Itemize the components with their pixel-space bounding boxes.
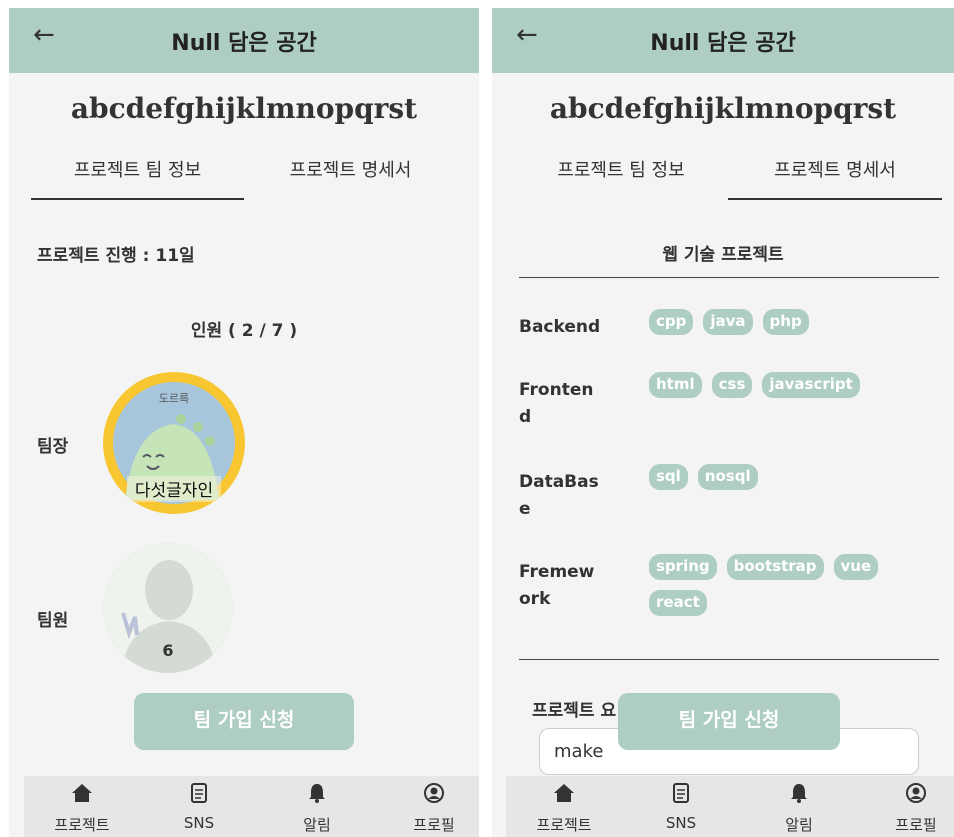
tech-badge-group: spring bootstrap vue react	[649, 554, 909, 626]
document-icon	[673, 783, 689, 803]
tab-label: 프로젝트 팀 정보	[557, 160, 685, 181]
tech-badge[interactable]: vue	[833, 554, 879, 580]
tech-badge[interactable]: sql	[649, 464, 688, 490]
divider	[519, 659, 939, 660]
document-icon	[191, 783, 207, 803]
avatar-tag: 도르륵	[158, 392, 190, 405]
nav-label: 프로필	[895, 816, 937, 834]
app-header: ← Null 담은 공간	[492, 8, 954, 73]
bottom-nav: 프로젝트 SNS 알림 프로필	[24, 776, 479, 837]
description-label: 프로젝트 요	[532, 701, 617, 721]
tech-badge[interactable]: javascript	[762, 372, 860, 398]
nav-label: 프로젝트	[54, 816, 110, 834]
tech-badge-group: cpp java php	[649, 309, 909, 345]
tab-team-info[interactable]: 프로젝트 팀 정보	[514, 156, 728, 198]
bell-icon	[791, 784, 807, 803]
tech-badge[interactable]: php	[762, 309, 809, 335]
bottom-nav: 프로젝트 SNS 알림 프로필	[506, 776, 954, 837]
tech-category-label: Fronten d	[519, 380, 594, 427]
leader-name: 다섯글자인	[134, 481, 214, 501]
app-title: Null 담은 공간	[650, 31, 796, 56]
nav-profile[interactable]: 프로필	[876, 776, 954, 835]
nav-label: 프로젝트	[536, 816, 592, 834]
nav-label: SNS	[183, 814, 215, 832]
nav-sns[interactable]: SNS	[641, 776, 721, 832]
leader-avatar[interactable]: 도르륵 다섯글자인	[103, 372, 245, 514]
tech-badge[interactable]: css	[711, 372, 753, 398]
tech-badge[interactable]: spring	[649, 554, 717, 580]
nav-alarm[interactable]: 알림	[277, 776, 357, 835]
join-team-button[interactable]: 팀 가입 신청	[618, 693, 840, 750]
team-info-screen: ← Null 담은 공간 abcdefghijklmnopqrst 프로젝트 팀…	[9, 8, 479, 837]
tech-badge[interactable]: java	[703, 309, 753, 335]
tab-team-info[interactable]: 프로젝트 팀 정보	[31, 156, 244, 200]
member-name: 6	[162, 641, 174, 660]
tab-project-spec[interactable]: 프로젝트 명세서	[728, 156, 942, 200]
nav-label: 알림	[303, 816, 331, 834]
tech-badge[interactable]: nosql	[697, 464, 758, 490]
profile-icon	[424, 783, 444, 803]
progress-text: 프로젝트 진행 : 11일	[37, 246, 195, 266]
nav-label: 알림	[785, 816, 813, 834]
nav-project[interactable]: 프로젝트	[524, 776, 604, 835]
join-team-button[interactable]: 팀 가입 신청	[134, 693, 354, 750]
leader-label: 팀장	[37, 437, 69, 457]
tab-label: 프로젝트 명세서	[289, 160, 412, 181]
nav-profile[interactable]: 프로필	[394, 776, 474, 835]
nav-label: SNS	[665, 814, 697, 832]
tech-badge-group: sql nosql	[649, 464, 909, 500]
spec-section-title: 웹 기술 프로젝트	[662, 245, 784, 265]
divider	[519, 277, 939, 278]
tech-badge[interactable]: bootstrap	[726, 554, 824, 580]
nav-project[interactable]: 프로젝트	[42, 776, 122, 835]
profile-icon	[906, 783, 926, 803]
app-title: Null 담은 공간	[171, 31, 317, 56]
nav-label: 프로필	[413, 816, 455, 834]
tech-category-label: Backend	[519, 317, 601, 337]
tech-category-label: Fremew ork	[519, 562, 595, 609]
tech-badge[interactable]: react	[649, 590, 707, 616]
members-count: 인원 ( 2 / 7 )	[190, 321, 298, 341]
tab-project-spec[interactable]: 프로젝트 명세서	[244, 156, 457, 198]
bell-icon	[309, 784, 325, 803]
tech-badge[interactable]: html	[649, 372, 702, 398]
project-spec-screen: ← Null 담은 공간 abcdefghijklmnopqrst 프로젝트 팀…	[492, 8, 954, 837]
app-header: ← Null 담은 공간	[9, 8, 479, 73]
tech-badge[interactable]: cpp	[649, 309, 694, 335]
member-avatar[interactable]: 6	[103, 543, 233, 673]
home-icon	[72, 784, 92, 802]
tab-label: 프로젝트 팀 정보	[73, 160, 202, 181]
project-title: abcdefghijklmnopqrst	[549, 92, 897, 125]
member-label: 팀원	[37, 611, 69, 631]
tech-badge-group: html css javascript	[649, 372, 909, 408]
tab-label: 프로젝트 명세서	[774, 160, 896, 181]
nav-sns[interactable]: SNS	[159, 776, 239, 832]
nav-alarm[interactable]: 알림	[759, 776, 839, 835]
tech-category-label: DataBas e	[519, 472, 599, 519]
home-icon	[554, 784, 574, 802]
project-title: abcdefghijklmnopqrst	[70, 92, 418, 125]
